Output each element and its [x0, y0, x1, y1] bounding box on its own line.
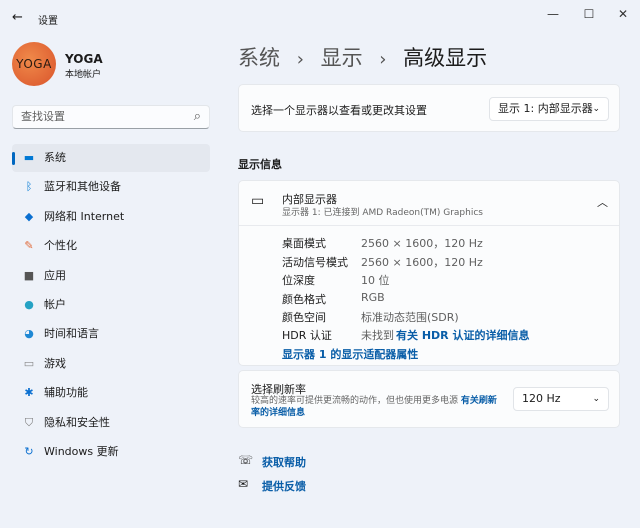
info-value: 2560 × 1600，120 Hz	[361, 255, 483, 269]
refresh-rate-card: 选择刷新率 较高的速率可提供更流畅的动作，但也使用更多电源 有关刷新率的详细信息…	[238, 370, 620, 428]
nav-icon: ✱	[24, 386, 34, 400]
info-value: 标准动态范围(SDR)	[361, 311, 459, 324]
sidebar-item-3[interactable]: ✎ 个性化	[12, 232, 210, 260]
display-select-value: 显示 1: 内部显示器	[498, 102, 593, 115]
sidebar-item-6[interactable]: ◕ 时间和语言	[12, 320, 210, 348]
chevron-down-icon: ⌄	[592, 394, 600, 404]
display-selector-card: 选择一个显示器以查看或更改其设置 显示 1: 内部显示器 ⌄	[238, 84, 620, 132]
info-value: 10 位	[361, 274, 390, 287]
sidebar-item-7[interactable]: ▭ 游戏	[12, 350, 210, 378]
nav-icon: ▭	[23, 356, 35, 370]
refresh-rate-value: 120 Hz	[522, 392, 561, 405]
sidebar-item-label: 个性化	[44, 239, 77, 253]
nav-icon: ▬	[23, 151, 35, 164]
search-icon: ⌕	[193, 109, 201, 124]
adapter-properties-link[interactable]: 显示器 1 的显示适配器属性	[282, 346, 418, 362]
breadcrumb: 系统 › 显示 › 高级显示	[238, 42, 487, 72]
account-type: 本地帐户	[65, 70, 102, 80]
sidebar-item-label: 网络和 Internet	[44, 209, 125, 223]
back-button[interactable]: ←	[12, 10, 23, 25]
nav-icon: ✎	[24, 239, 34, 253]
info-label: 活动信号模式	[282, 255, 348, 269]
sidebar-item-2[interactable]: ◆ 网络和 Internet	[12, 203, 210, 231]
hdr-info-link[interactable]: 有关 HDR 认证的详细信息	[396, 327, 529, 343]
info-label: 桌面模式	[282, 237, 326, 250]
avatar[interactable]: YOGA	[12, 42, 56, 86]
active-indicator	[12, 152, 15, 165]
nav-icon: ↻	[24, 445, 34, 458]
sidebar-item-0[interactable]: ▬ 系统	[12, 144, 210, 172]
sidebar-item-4[interactable]: ■ 应用	[12, 262, 210, 290]
title-bar: ← 设置 — ☐ ✕	[0, 0, 640, 36]
chevron-up-icon[interactable]: ︿	[597, 194, 608, 210]
breadcrumb-display[interactable]: 显示	[321, 46, 363, 70]
selector-label: 选择一个显示器以查看或更改其设置	[251, 104, 427, 117]
search-placeholder: 查找设置	[21, 110, 65, 123]
help-icon: ☏	[238, 453, 254, 467]
nav-icon: ⛉	[24, 415, 34, 429]
breadcrumb-system[interactable]: 系统	[238, 46, 280, 70]
info-value: 2560 × 1600，120 Hz	[361, 237, 483, 250]
sidebar-item-8[interactable]: ✱ 辅助功能	[12, 379, 210, 407]
sidebar-item-label: 游戏	[44, 356, 66, 370]
sidebar-item-label: 时间和语言	[44, 327, 99, 341]
display-select[interactable]: 显示 1: 内部显示器 ⌄	[489, 97, 609, 121]
info-label: 位深度	[282, 274, 315, 287]
feedback-link[interactable]: 提供反馈	[262, 478, 306, 494]
page-title: 高级显示	[403, 46, 488, 70]
hdr-value: 未找到	[361, 329, 394, 342]
breadcrumb-separator: ›	[379, 49, 387, 70]
sidebar-item-label: 隐私和安全性	[44, 415, 110, 429]
info-value: RGB	[361, 290, 385, 304]
nav-icon: ●	[24, 298, 34, 311]
window-title: 设置	[38, 16, 58, 27]
sidebar-item-label: 蓝牙和其他设备	[44, 180, 121, 194]
nav-icon: ◆	[24, 209, 34, 223]
nav-icon: ᛒ	[25, 180, 33, 194]
minimize-button[interactable]: —	[538, 4, 568, 24]
sidebar-item-10[interactable]: ↻ Windows 更新	[12, 438, 210, 466]
chevron-down-icon: ⌄	[592, 104, 600, 114]
sidebar-item-1[interactable]: ᛒ 蓝牙和其他设备	[12, 173, 210, 201]
sidebar-item-label: Windows 更新	[44, 445, 119, 458]
sidebar-item-label: 系统	[44, 151, 66, 164]
laptop-icon: ▭	[251, 193, 265, 209]
search-input[interactable]: 查找设置 ⌕	[12, 105, 210, 129]
user-name: YOGA	[65, 52, 103, 66]
sidebar-item-label: 辅助功能	[44, 386, 88, 400]
sidebar-item-5[interactable]: ● 帐户	[12, 291, 210, 319]
nav-icon: ◕	[24, 327, 34, 341]
refresh-rate-select[interactable]: 120 Hz ⌄	[513, 387, 609, 411]
sidebar-item-label: 应用	[44, 268, 66, 282]
hdr-label: HDR 认证	[282, 329, 332, 342]
maximize-button[interactable]: ☐	[574, 4, 604, 24]
get-help-link[interactable]: 获取帮助	[262, 454, 306, 470]
sidebar-item-label: 帐户	[44, 298, 66, 311]
close-button[interactable]: ✕	[608, 4, 638, 24]
info-label: 颜色格式	[282, 292, 326, 306]
sidebar-item-9[interactable]: ⛉ 隐私和安全性	[12, 409, 210, 437]
info-label: 颜色空间	[282, 311, 326, 324]
feedback-icon: ✉	[238, 477, 249, 491]
refresh-desc-wrap: 较高的速率可提供更流畅的动作，但也使用更多电源 有关刷新率的详细信息	[251, 395, 497, 419]
display-info-header[interactable]: ▭ 内部显示器 显示器 1: 已连接到 AMD Radeon(TM) Graph…	[239, 181, 619, 226]
section-title: 显示信息	[238, 158, 282, 171]
display-subtitle: 显示器 1: 已连接到 AMD Radeon(TM) Graphics	[282, 208, 483, 218]
breadcrumb-separator: ›	[296, 49, 304, 70]
refresh-desc: 较高的速率可提供更流畅的动作，但也使用更多电源	[251, 396, 459, 406]
nav-icon: ■	[23, 268, 35, 282]
